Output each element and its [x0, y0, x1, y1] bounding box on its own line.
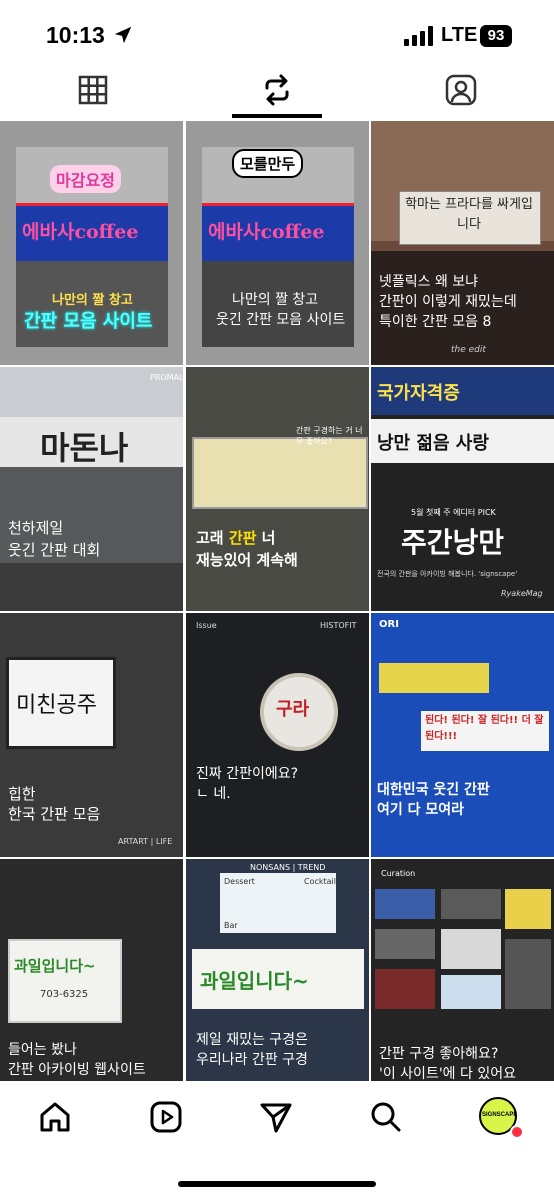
- tagged-person-icon[interactable]: [443, 72, 479, 108]
- posts-grid: 에바사coffee 마감요정 나만의 짤 창고 간판 모음 사이트 에바사cof…: [0, 121, 554, 1103]
- caption-line: 웃긴 간판 모음 사이트: [216, 312, 346, 328]
- menu-label: Bar: [224, 921, 238, 930]
- sticker-badge: 마감요정: [50, 165, 121, 193]
- subtitle: 전국의 간판을 아카이빙 해봅니다. 'signscape': [377, 570, 518, 578]
- home-indicator: [178, 1181, 376, 1187]
- caption-line: 힙한: [8, 785, 36, 803]
- caption-part: 고래: [196, 529, 229, 547]
- brand-footer: ARTART | LIFE: [118, 837, 173, 846]
- caption-line: 나만의 짤 창고: [232, 292, 319, 308]
- brand-tag: PROMAL: [150, 373, 183, 382]
- caption-line: 한국 간판 모음: [8, 805, 101, 823]
- reels-icon[interactable]: [148, 1099, 184, 1135]
- sign-text: 에바사coffee: [208, 221, 325, 243]
- sign-text: 에바사coffee: [22, 221, 139, 243]
- post-tile[interactable]: Curation 간판 구경 좋아해요? '이 사이트'에 다 있어요: [371, 859, 554, 1103]
- caption-line: 넷플릭스 왜 보냐: [379, 274, 479, 290]
- brand-tag: ORI: [379, 619, 399, 630]
- send-icon[interactable]: [258, 1099, 294, 1135]
- caption-line: 간판 아카이빙 웹사이트: [8, 1062, 146, 1078]
- sign-text: 마돈나: [40, 429, 129, 467]
- sign-text: 과일입니다~: [14, 957, 96, 975]
- network-type: LTE: [441, 24, 478, 46]
- caption-line: 들어는 봤나: [8, 1042, 77, 1058]
- signal-icon: [404, 26, 433, 46]
- caption-line: '이 사이트'에 다 있어요: [379, 1066, 516, 1082]
- caption-line: 웃긴 간판 대회: [8, 541, 101, 559]
- post-tile[interactable]: 에바사coffee 마감요정 나만의 짤 창고 간판 모음 사이트: [0, 121, 183, 365]
- post-tile[interactable]: NONSANS | TREND Dessert Cocktail Bar 과일입…: [186, 859, 369, 1103]
- sign-text: 국가자격증: [377, 383, 460, 404]
- kicker: 5월 첫째 주 에디터 PICK: [411, 508, 496, 517]
- reels-repost-icon[interactable]: [259, 72, 295, 108]
- post-tile[interactable]: 에바사coffee 모를만두 나만의 짤 창고 웃긴 간판 모음 사이트: [186, 121, 369, 365]
- caption-line: 간판이 이렇게 재밌는데: [379, 294, 517, 310]
- caption-line: 천하제일: [8, 519, 64, 537]
- brand-tag: HISTOFIT: [320, 621, 357, 630]
- active-tab-indicator: [232, 114, 322, 118]
- status-bar: 10:13 LTE 93: [0, 0, 554, 70]
- caption-line: 제일 재밌는 구경은: [196, 1032, 308, 1048]
- caption-line: 대한민국 웃긴 간판: [377, 782, 490, 798]
- issue-label: Issue: [196, 621, 217, 630]
- bottom-navigation: SIGNSCAPE: [0, 1081, 554, 1199]
- caption-line: 진짜 간판이에요?: [196, 766, 299, 782]
- post-tile[interactable]: 국가자격증 낭만 젊음 사랑 5월 첫째 주 에디터 PICK 주간낭만 전국의…: [371, 367, 554, 611]
- search-icon[interactable]: [368, 1099, 404, 1135]
- location-arrow-icon: [114, 26, 132, 44]
- post-tile[interactable]: Issue HISTOFIT 구라 진짜 간판이에요? ㄴ 네.: [186, 613, 369, 857]
- post-tile[interactable]: ORI 된다! 된다! 잘 된다!! 더 잘 된다!!! 대한민국 웃긴 간판 …: [371, 613, 554, 857]
- brand-footer: the edit: [451, 345, 486, 355]
- sign-text: 낭만 젊음 사랑: [377, 433, 489, 454]
- sticker-badge: 모를만두: [232, 149, 304, 178]
- sign-text: 구라: [276, 699, 310, 720]
- caption-line: 간판 구경 좋아해요?: [379, 1046, 499, 1062]
- profile-tabs: [0, 64, 554, 120]
- sticker-badge: 간판 구경하는 거 너무 좋아요?: [296, 426, 363, 446]
- grid-icon[interactable]: [75, 72, 111, 108]
- notification-dot: [510, 1125, 524, 1139]
- post-tile[interactable]: 과일입니다~ 703-6325 들어는 봤나 간판 아카이빙 웹사이트: [0, 859, 183, 1103]
- phone-number: 703-6325: [40, 989, 89, 1000]
- sign-text: 미친공주: [16, 693, 97, 718]
- sign-text: 과일입니다~: [200, 969, 309, 993]
- caption-line: 여기 다 모여라: [377, 802, 465, 818]
- caption-line: 특이한 간판 모음 8: [379, 314, 492, 330]
- caption-part: 너: [256, 529, 276, 547]
- post-tile[interactable]: 미친공주 힙한 한국 간판 모음 ARTART | LIFE: [0, 613, 183, 857]
- caption-line: 우리나라 간판 구경: [196, 1052, 308, 1068]
- headline: 주간낭만: [401, 526, 505, 559]
- caption-line: 나만의 짤 창고: [52, 293, 133, 308]
- avatar-label: SIGNSCAPE: [482, 1112, 517, 1118]
- caption-highlight: 간판: [228, 529, 257, 547]
- brand-tag: NONSANS | TREND: [250, 863, 326, 872]
- menu-label: Dessert: [224, 877, 255, 886]
- post-tile[interactable]: 마돈나 PROMAL 천하제일 웃긴 간판 대회: [0, 367, 183, 611]
- post-tile[interactable]: 학마는 프라다를 싸게입니다 넷플릭스 왜 보냐 간판이 이렇게 재밌는데 특이…: [371, 121, 554, 365]
- brand-footer: RyakeMag: [501, 589, 543, 598]
- sign-text: 학마는 프라다를 싸게입니다: [405, 197, 533, 232]
- caption-line: 간판 모음 사이트: [24, 311, 153, 332]
- battery-level: 93: [480, 25, 512, 47]
- caption-line: 재능있어 계속해: [196, 551, 298, 569]
- clock: 10:13: [46, 22, 105, 48]
- menu-label: Cocktail: [304, 877, 336, 886]
- caption-line: ㄴ 네.: [196, 786, 231, 802]
- home-icon[interactable]: [37, 1099, 73, 1135]
- post-tile[interactable]: 간판 구경하는 거 너무 좋아요? 고래 간판 너 재능있어 계속해: [186, 367, 369, 611]
- caption-line: 고래 간판 너: [196, 527, 275, 548]
- brand-tag: Curation: [381, 869, 416, 878]
- sign-text: 된다! 된다! 잘 된다!! 더 잘 된다!!!: [425, 715, 544, 742]
